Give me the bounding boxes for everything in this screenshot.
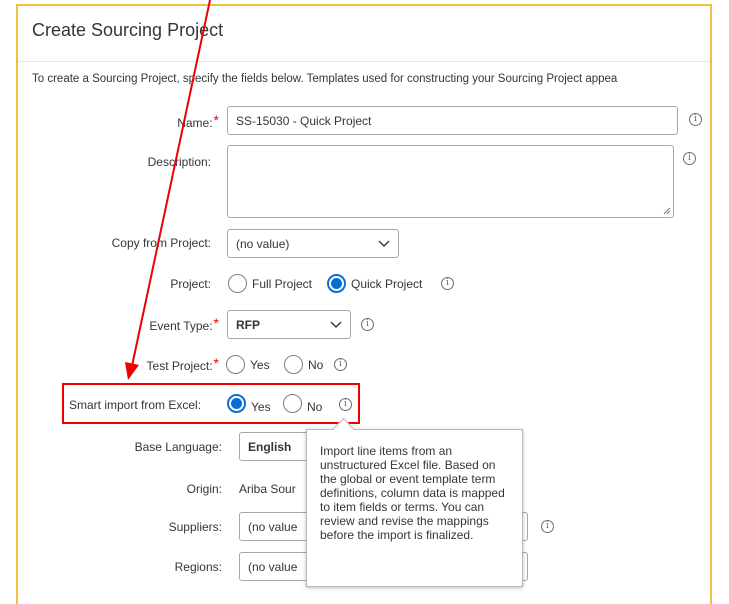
- description-textarea[interactable]: [227, 145, 674, 218]
- name-label: Name:*: [177, 112, 219, 130]
- project-full-radio[interactable]: [228, 274, 247, 293]
- smart-import-no-label: No: [307, 400, 323, 414]
- test-project-label: Test Project:*: [146, 355, 219, 373]
- origin-value: Ariba Sour: [239, 482, 296, 496]
- resize-grip-icon[interactable]: [663, 207, 671, 215]
- smart-import-no-radio[interactable]: [283, 394, 302, 413]
- info-icon[interactable]: i: [334, 358, 347, 371]
- project-quick-radio[interactable]: [327, 274, 346, 293]
- test-project-no-label: No: [308, 358, 324, 372]
- copy-from-project-select[interactable]: (no value): [227, 229, 399, 258]
- page-title: Create Sourcing Project: [32, 20, 224, 40]
- info-icon[interactable]: i: [683, 152, 696, 165]
- base-language-label: Base Language:: [134, 440, 222, 454]
- smart-import-yes-label: Yes: [251, 400, 271, 414]
- smart-import-label: Smart import from Excel:: [69, 398, 202, 412]
- smart-import-tooltip: Import line items from an unstructured E…: [306, 429, 523, 587]
- description-label: Description:: [147, 155, 211, 169]
- chevron-down-icon: [330, 321, 342, 328]
- intro-text: To create a Sourcing Project, specify th…: [32, 73, 618, 85]
- project-quick-label: Quick Project: [351, 277, 423, 291]
- suppliers-label: Suppliers:: [168, 520, 222, 534]
- info-icon[interactable]: i: [541, 520, 554, 533]
- name-input[interactable]: SS-15030 - Quick Project: [227, 106, 678, 135]
- title-divider: [18, 61, 710, 62]
- test-project-yes-radio[interactable]: [226, 355, 245, 374]
- test-project-yes-label: Yes: [250, 358, 270, 372]
- copy-from-project-label: Copy from Project:: [111, 236, 211, 250]
- copy-from-project-value: (no value): [236, 236, 290, 251]
- regions-label: Regions:: [174, 560, 222, 574]
- project-label: Project:: [170, 277, 211, 291]
- info-icon[interactable]: i: [689, 113, 702, 126]
- smart-import-yes-radio[interactable]: [227, 394, 246, 413]
- base-language-value: English: [248, 439, 292, 454]
- project-full-label: Full Project: [252, 277, 313, 291]
- event-type-value: RFP: [236, 317, 260, 332]
- test-project-no-radio[interactable]: [284, 355, 303, 374]
- event-type-label: Event Type:*: [149, 315, 219, 333]
- info-icon[interactable]: i: [361, 318, 374, 331]
- event-type-select[interactable]: RFP: [227, 310, 351, 339]
- info-icon[interactable]: i: [339, 398, 352, 411]
- origin-label: Origin:: [186, 482, 222, 496]
- info-icon[interactable]: i: [441, 277, 454, 290]
- chevron-down-icon: [378, 240, 390, 247]
